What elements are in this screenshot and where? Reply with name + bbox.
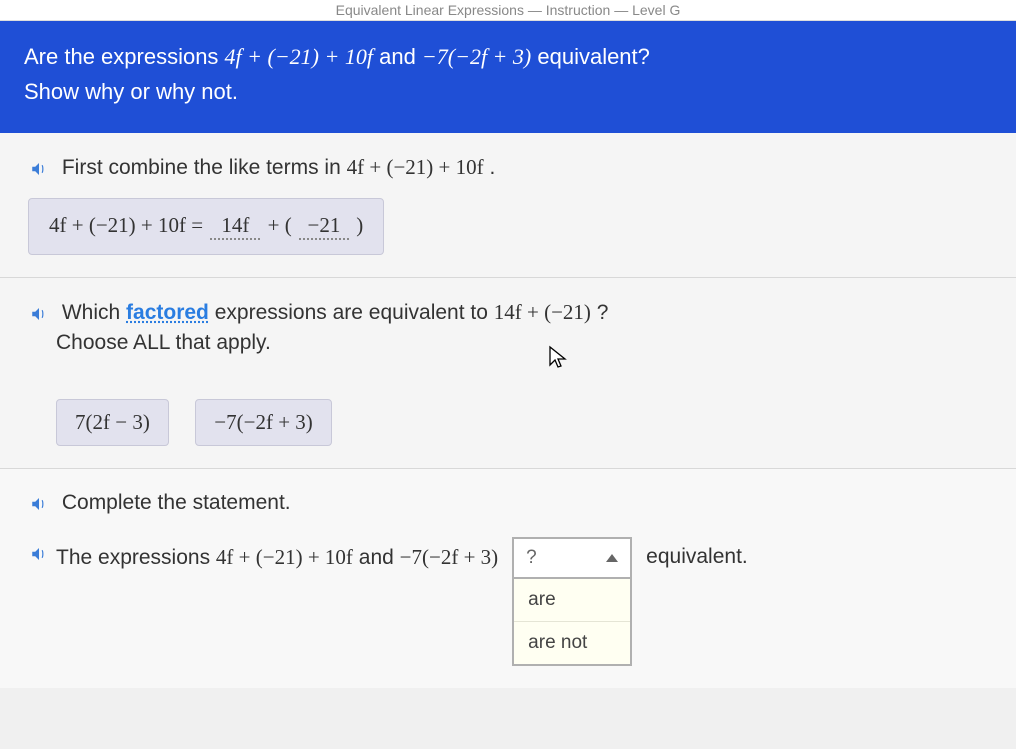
step1-equation-box: 4f + (−21) + 10f = 14f + ( −21 ) bbox=[28, 198, 384, 255]
equation-left: 4f + (−21) + 10f = bbox=[49, 213, 208, 237]
dropdown-option-are-not[interactable]: are not bbox=[514, 622, 630, 664]
breadcrumb: Equivalent Linear Expressions — Instruct… bbox=[0, 0, 1016, 21]
step2-expr: 14f + (−21) bbox=[494, 300, 591, 324]
header-expr1: 4f + (−21) + 10f bbox=[225, 44, 373, 69]
header-text: Are the expressions bbox=[24, 44, 225, 69]
audio-icon[interactable] bbox=[28, 493, 50, 515]
cursor-icon bbox=[548, 345, 568, 375]
header-text: equivalent? bbox=[537, 44, 650, 69]
dropdown-options: are are not bbox=[514, 579, 630, 664]
audio-icon[interactable] bbox=[28, 158, 50, 180]
header-expr2: −7(−2f + 3) bbox=[422, 44, 531, 69]
step2-prompt: Which factored expressions are equivalen… bbox=[28, 300, 988, 325]
option-2[interactable]: −7(−2f + 3) bbox=[195, 399, 332, 446]
step2-a: Which bbox=[62, 301, 126, 324]
step2-c: ? bbox=[597, 301, 609, 324]
options-row: 7(2f − 3) −7(−2f + 3) bbox=[28, 399, 988, 446]
option-1[interactable]: 7(2f − 3) bbox=[56, 399, 169, 446]
step2-section: Which factored expressions are equivalen… bbox=[0, 278, 1016, 469]
equivalence-dropdown[interactable]: ? are are not bbox=[512, 537, 632, 666]
caret-up-icon bbox=[606, 554, 618, 562]
factored-link[interactable]: factored bbox=[126, 301, 209, 324]
step2-b: expressions are equivalent to bbox=[215, 301, 494, 324]
dropdown-placeholder: ? bbox=[526, 547, 537, 569]
final-expr1: 4f + (−21) + 10f bbox=[216, 545, 353, 569]
step3-prompt: Complete the statement. bbox=[28, 491, 988, 515]
blank-2[interactable]: −21 bbox=[299, 213, 349, 240]
step1-suffix: . bbox=[489, 156, 495, 179]
step1-prefix: First combine the like terms in bbox=[62, 156, 347, 179]
equation-close: ) bbox=[356, 213, 363, 237]
final-a: The expressions bbox=[56, 546, 216, 569]
step2-sub: Choose ALL that apply. bbox=[28, 331, 988, 355]
step1-prompt: First combine the like terms in 4f + (−2… bbox=[28, 155, 988, 180]
question-header: Are the expressions 4f + (−21) + 10f and… bbox=[0, 21, 1016, 133]
equation-plus: + ( bbox=[268, 213, 297, 237]
final-statement: The expressions 4f + (−21) + 10f and −7(… bbox=[28, 537, 988, 666]
final-end: equivalent. bbox=[646, 537, 748, 569]
dropdown-option-are[interactable]: are bbox=[514, 579, 630, 622]
blank-1[interactable]: 14f bbox=[210, 213, 260, 240]
header-text: and bbox=[379, 44, 422, 69]
header-line2: Show why or why not. bbox=[24, 74, 992, 109]
step1-section: First combine the like terms in 4f + (−2… bbox=[0, 133, 1016, 278]
final-expr2: −7(−2f + 3) bbox=[400, 545, 499, 569]
step3-prompt-text: Complete the statement. bbox=[62, 491, 291, 514]
audio-icon[interactable] bbox=[28, 543, 50, 565]
step1-expr: 4f + (−21) + 10f bbox=[347, 155, 484, 179]
audio-icon[interactable] bbox=[28, 303, 50, 325]
step3-section: Complete the statement. The expressions … bbox=[0, 469, 1016, 688]
final-mid: and bbox=[359, 546, 400, 569]
dropdown-selected[interactable]: ? bbox=[514, 539, 630, 579]
